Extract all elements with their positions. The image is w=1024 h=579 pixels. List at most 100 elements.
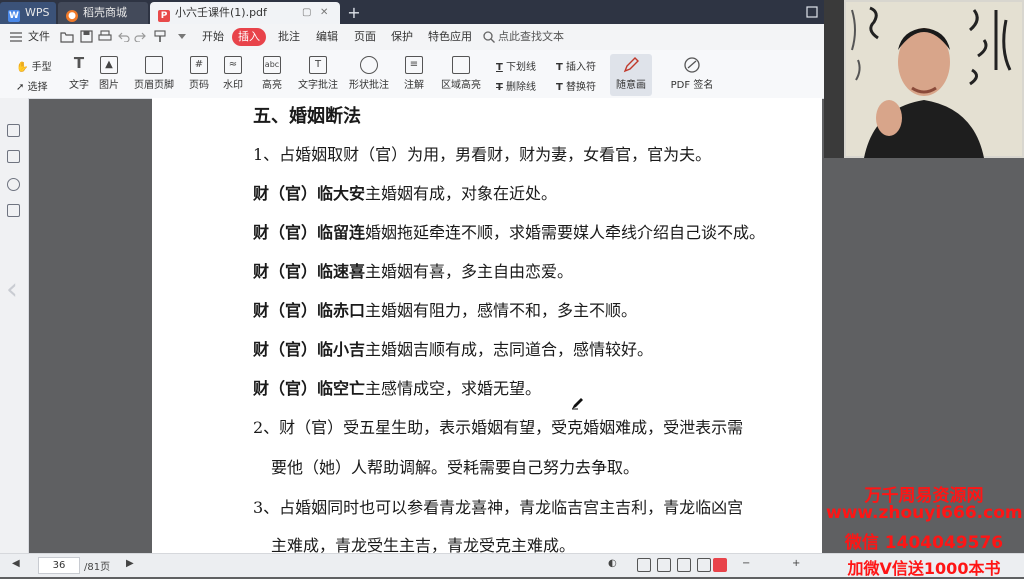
insert-image-label: 图片 <box>99 80 119 91</box>
pdf-file-icon: P <box>158 10 170 22</box>
watermark-button[interactable]: ≈ 水印 <box>218 56 248 91</box>
rule-item-term: 财（官）临赤口 <box>253 301 366 320</box>
rule-item-liulian: 财（官）临留连婚姻拖延牵连不顺，求婚需要媒人牵线介绍自己谈不成。 <box>253 219 765 243</box>
image-icon: ▲ <box>100 56 118 74</box>
page-number-icon: # <box>190 56 208 74</box>
pen-cursor-icon <box>572 398 583 410</box>
menu-item-insert[interactable]: 插入 <box>232 28 266 46</box>
left-side-panel <box>0 98 29 553</box>
underline-icon: T <box>496 62 503 73</box>
page-number-button[interactable]: # 页码 <box>186 56 212 91</box>
highlight-button[interactable]: abc 高亮 <box>258 56 286 91</box>
eye-protect-icon[interactable]: ◐ <box>608 558 617 569</box>
menu-hamburger-icon[interactable] <box>10 32 22 42</box>
insert-char-button[interactable]: T 插入符 <box>556 58 596 73</box>
insert-text-label: 文字 <box>69 80 89 91</box>
rule-item-text: 婚姻拖延牵连不顺，求婚需要媒人牵线介绍自己谈不成。 <box>365 223 766 242</box>
watermark-label: 水印 <box>223 80 243 91</box>
freehand-draw-button[interactable]: 随意画 <box>610 54 652 96</box>
pdf-page: 五、婚姻断法 1、占婚姻取财（官）为用，男看财，财为妻，女看官，官为夫。 财（官… <box>152 98 822 555</box>
attachment-panel-icon[interactable] <box>7 204 20 217</box>
presenter-video-image <box>824 0 1024 158</box>
insert-char-icon: T <box>556 62 563 73</box>
full-screen-icon[interactable] <box>697 558 711 572</box>
area-highlight-label: 区域高亮 <box>441 80 481 91</box>
rule-item-kongwang: 财（官）临空亡主感情成空，求婚无望。 <box>253 375 541 399</box>
text-annotation-icon: T <box>309 56 327 74</box>
rule-item-term: 财（官）临小吉 <box>253 340 366 359</box>
tab-active-document[interactable]: P 小六壬课件(1).pdf ▢ ✕ <box>150 2 340 24</box>
play-icon[interactable] <box>713 558 727 572</box>
window-maximize-icon[interactable] <box>806 6 818 18</box>
menu-item-annotate[interactable]: 批注 <box>272 28 306 46</box>
insert-text-button[interactable]: T 文字 <box>66 56 92 92</box>
bookmark-panel-icon[interactable] <box>7 178 20 191</box>
find-text-search[interactable]: 点此查找文本 <box>492 28 570 46</box>
freehand-draw-label: 随意画 <box>616 80 646 91</box>
menu-bar: 文件 开始 插入 批注 编辑 页面 保护 特色应用 点此查找文本 <box>0 24 824 51</box>
next-page-icon[interactable]: ▶ <box>126 558 134 569</box>
insert-image-button[interactable]: ▲ 图片 <box>96 56 122 91</box>
page-number-input[interactable]: 36 <box>38 557 80 574</box>
note-button[interactable]: ≡ 注解 <box>400 56 428 91</box>
watermark-website: www.zhouyi666.com <box>826 503 1023 523</box>
area-highlight-button[interactable]: 区域高亮 <box>438 56 484 91</box>
zoom-out-icon[interactable]: − <box>742 558 750 569</box>
section-heading: 五、婚姻断法 <box>253 106 361 127</box>
continuous-view-icon[interactable] <box>657 558 671 572</box>
tab-active-label: 小六壬课件(1).pdf <box>175 6 267 19</box>
header-footer-label: 页眉页脚 <box>134 80 174 91</box>
insert-char-label: 插入符 <box>566 62 597 73</box>
prev-page-arrow-icon[interactable]: ‹ <box>6 272 18 307</box>
watermark-icon: ≈ <box>224 56 242 74</box>
hand-tool-button[interactable]: ✋ 手型 <box>16 58 52 73</box>
menu-item-features[interactable]: 特色应用 <box>422 28 478 46</box>
strikethrough-button[interactable]: T 删除线 <box>496 78 536 93</box>
print-icon[interactable] <box>98 30 112 43</box>
hand-tool-label: 手型 <box>31 62 52 73</box>
menu-item-protect[interactable]: 保护 <box>385 28 419 46</box>
prev-page-icon[interactable]: ◀ <box>12 558 20 569</box>
rule-item-term: 财（官）临速喜 <box>253 262 366 281</box>
save-icon[interactable] <box>80 30 93 43</box>
menu-item-start[interactable]: 开始 <box>196 28 230 46</box>
pdf-sign-label: PDF 签名 <box>670 80 714 91</box>
menu-item-page[interactable]: 页面 <box>348 28 382 46</box>
total-pages: /81页 <box>84 562 111 573</box>
tab-store-label: 稻壳商城 <box>83 6 127 19</box>
rule-item-text: 主感情成空，求婚无望。 <box>365 379 542 398</box>
tab-close-icon[interactable]: ✕ <box>320 2 328 24</box>
replace-char-button[interactable]: T 替换符 <box>556 78 596 93</box>
redo-icon[interactable] <box>134 31 146 42</box>
rule-item-text: 主婚姻有阻力，感情不和，多主不顺。 <box>365 301 638 320</box>
select-tool-button[interactable]: ➚ 选择 <box>16 78 48 93</box>
tab-restore-icon[interactable]: ▢ <box>302 2 311 24</box>
open-folder-icon[interactable] <box>60 31 74 43</box>
rule-item-text: 主婚姻有喜，多主自由恋爱。 <box>365 262 574 281</box>
menu-file[interactable]: 文件 <box>22 28 56 46</box>
header-footer-button[interactable]: 页眉页脚 <box>132 56 176 91</box>
dropdown-arrow-icon[interactable] <box>178 34 186 40</box>
image-panel-icon[interactable] <box>7 150 20 163</box>
new-tab-button[interactable]: + <box>344 2 364 24</box>
rule-item-suxi: 财（官）临速喜主婚姻有喜，多主自由恋爱。 <box>253 258 573 282</box>
note-icon: ≡ <box>405 56 423 74</box>
menu-item-edit[interactable]: 编辑 <box>310 28 344 46</box>
signature-icon <box>684 57 700 73</box>
pdf-sign-button[interactable]: PDF 签名 <box>668 56 716 91</box>
text-annotation-button[interactable]: T 文字批注 <box>296 56 340 91</box>
thumbnail-panel-icon[interactable] <box>7 124 20 137</box>
rule-item-term: 财（官）临留连 <box>253 223 366 242</box>
format-painter-icon[interactable] <box>154 30 167 43</box>
zoom-in-icon[interactable]: + <box>792 558 800 569</box>
rule-item-xiaoji: 财（官）临小吉主婚姻吉顺有成，志同道合，感情较好。 <box>253 336 653 360</box>
undo-icon[interactable] <box>118 31 130 42</box>
select-tool-label: 选择 <box>27 82 48 93</box>
underline-button[interactable]: T 下划线 <box>496 58 536 73</box>
two-page-view-icon[interactable] <box>677 558 691 572</box>
tab-wps-home[interactable]: W WPS <box>0 2 56 24</box>
shape-annotation-button[interactable]: 形状批注 <box>346 56 392 91</box>
paragraph-1: 1、占婚姻取财（官）为用，男看财，财为妻，女看官，官为夫。 <box>253 145 712 164</box>
tab-docer-store[interactable]: ● 稻壳商城 <box>58 2 148 24</box>
single-page-view-icon[interactable] <box>637 558 651 572</box>
